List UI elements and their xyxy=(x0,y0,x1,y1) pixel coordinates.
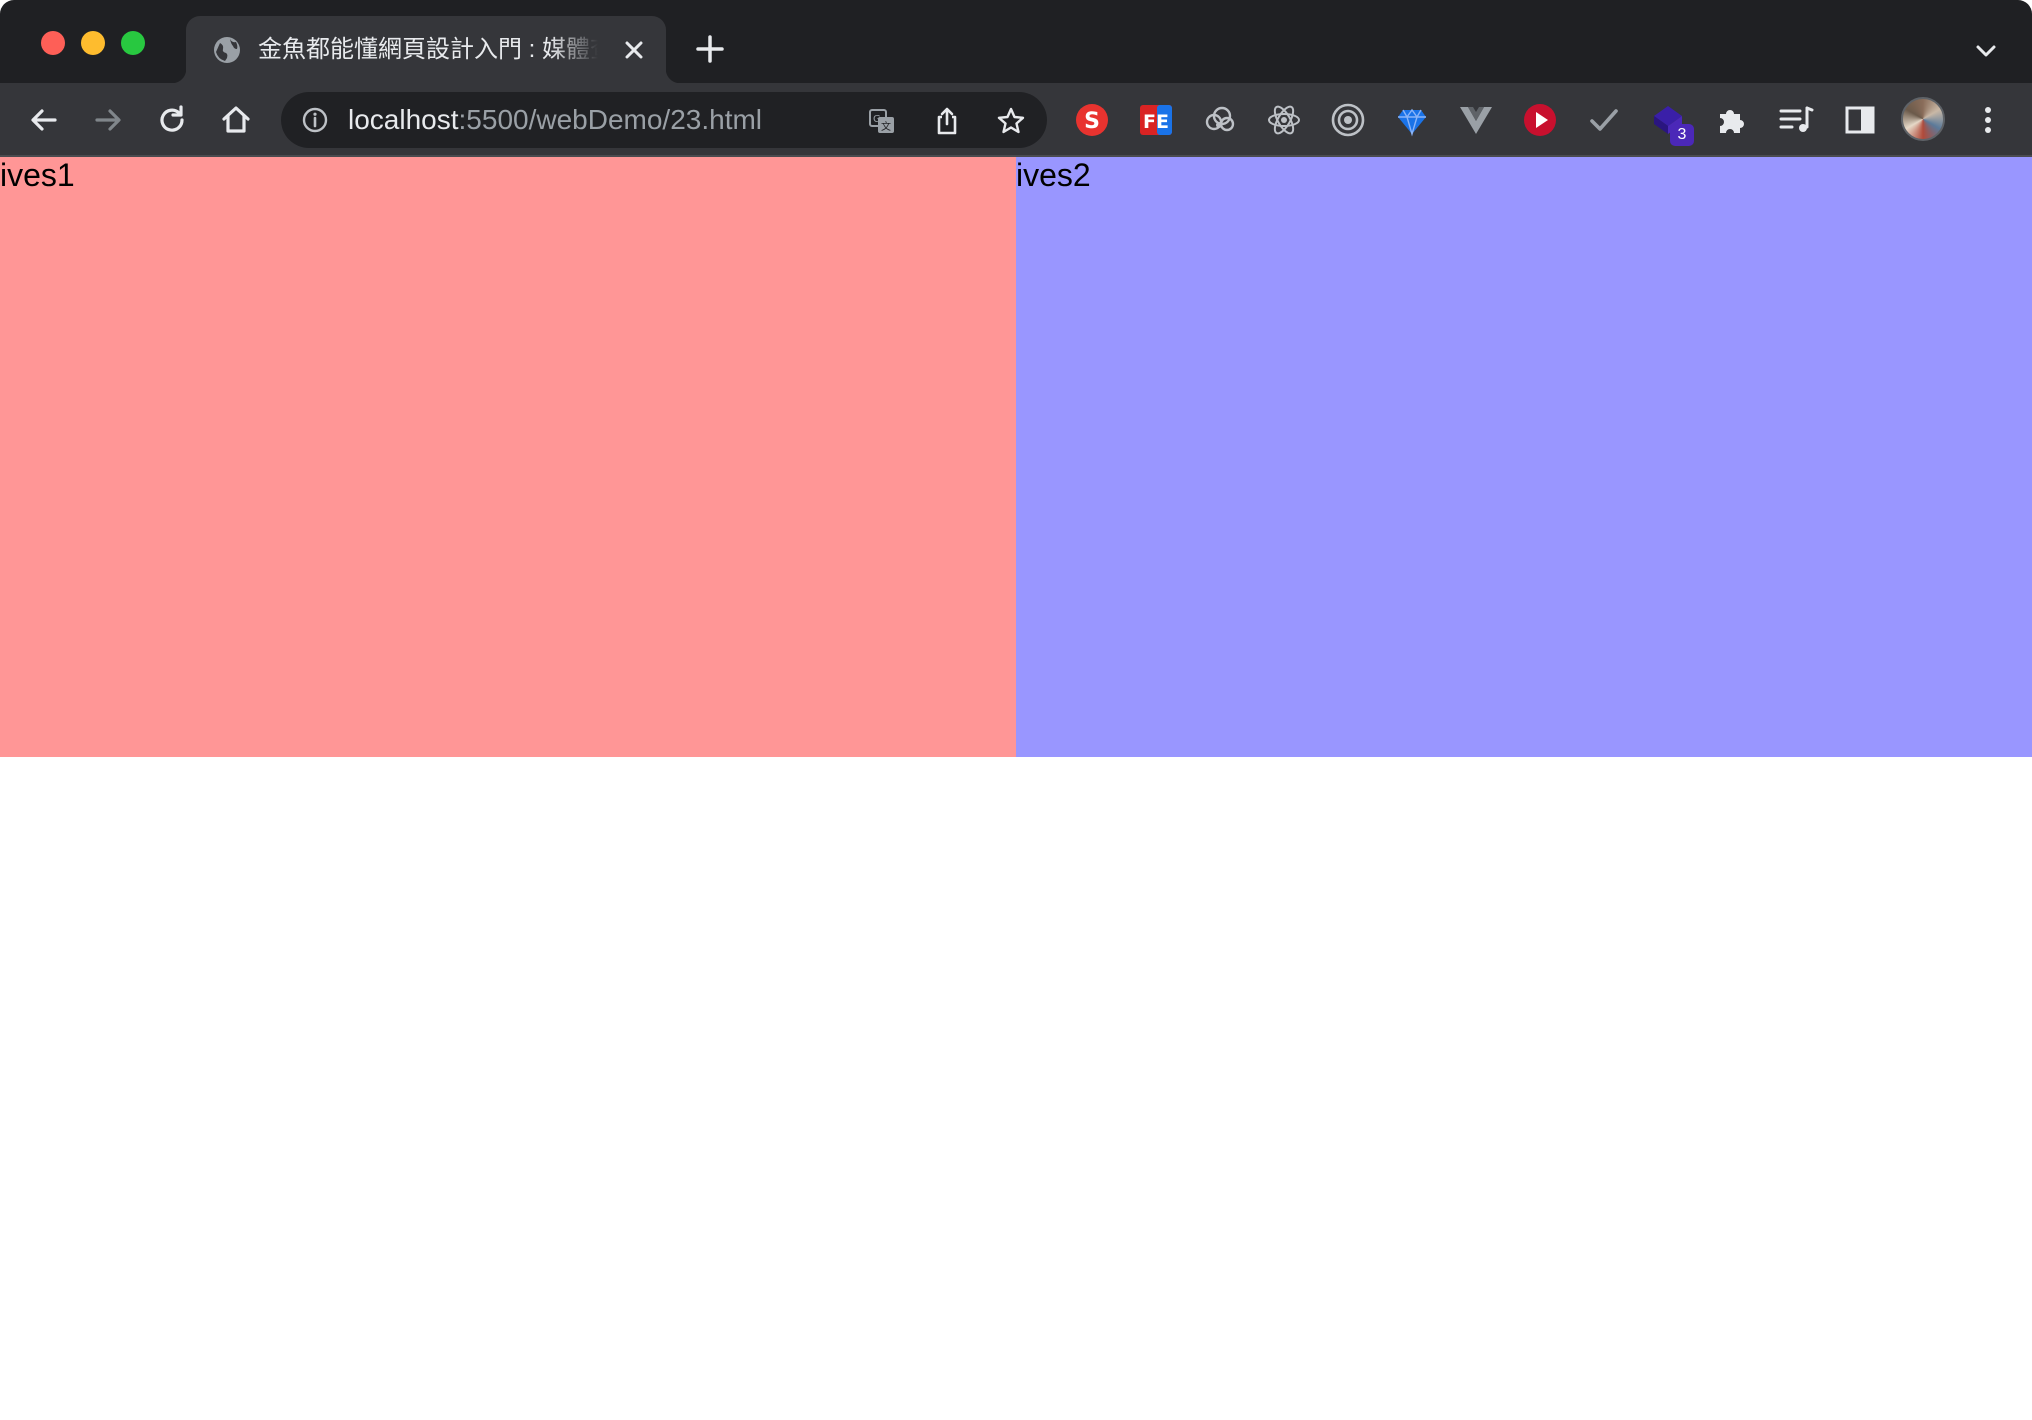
extensions-puzzle-icon[interactable] xyxy=(1714,102,1750,138)
target-extension-icon[interactable] xyxy=(1330,102,1366,138)
ives2-box: ives2 xyxy=(1016,157,2032,757)
ives1-box: ives1 xyxy=(0,157,1016,757)
url-path: :5500/webDemo/23.html xyxy=(458,104,763,135)
address-bar[interactable]: localhost:5500/webDemo/23.html G 文 xyxy=(281,92,1047,148)
url-host: localhost xyxy=(348,104,459,135)
close-tab-icon[interactable] xyxy=(620,36,648,64)
new-tab-icon[interactable] xyxy=(694,33,726,65)
browser-toolbar: localhost:5500/webDemo/23.html G 文 S FE xyxy=(0,83,2032,157)
side-panel-icon[interactable] xyxy=(1842,102,1878,138)
back-arrow-icon[interactable] xyxy=(27,103,61,137)
gem-extension-icon[interactable] xyxy=(1394,102,1430,138)
cloud-extension-icon[interactable] xyxy=(1202,102,1238,138)
translate-icon[interactable]: G 文 xyxy=(867,106,897,136)
check-extension-icon[interactable] xyxy=(1586,102,1622,138)
s-extension-icon[interactable]: S xyxy=(1074,102,1110,138)
bookmark-star-icon[interactable] xyxy=(996,106,1026,136)
home-icon[interactable] xyxy=(219,103,253,137)
url-text[interactable]: localhost:5500/webDemo/23.html xyxy=(348,104,762,136)
svg-text:文: 文 xyxy=(881,120,891,133)
fe-extension-icon[interactable]: FE xyxy=(1138,102,1174,138)
forward-arrow-icon[interactable] xyxy=(91,103,125,137)
browser-tab[interactable]: 金魚都能懂網頁設計入門 : 媒體查詢 xyxy=(172,16,680,83)
extension-badge: 3 xyxy=(1670,124,1694,146)
tab-title: 金魚都能懂網頁設計入門 : 媒體查詢 xyxy=(258,36,598,63)
reading-list-icon[interactable] xyxy=(1778,102,1814,138)
svg-text:FE: FE xyxy=(1143,111,1169,133)
svg-text:G: G xyxy=(873,114,881,125)
page-viewport: ives1 ives2 xyxy=(0,157,2032,1420)
share-icon[interactable] xyxy=(932,106,962,136)
more-menu-icon[interactable] xyxy=(1970,102,2006,138)
window-zoom-button[interactable] xyxy=(121,31,145,55)
svg-text:S: S xyxy=(1084,109,1100,134)
vue-devtools-icon[interactable] xyxy=(1458,102,1494,138)
site-info-icon[interactable] xyxy=(301,106,329,134)
play-extension-icon[interactable] xyxy=(1522,102,1558,138)
window-minimize-button[interactable] xyxy=(81,31,105,55)
window-close-button[interactable] xyxy=(41,31,65,55)
profile-avatar[interactable] xyxy=(1901,97,1945,141)
chevron-down-icon[interactable] xyxy=(1972,37,2000,65)
globe-icon xyxy=(214,37,240,63)
tab-strip: 金魚都能懂網頁設計入門 : 媒體查詢 xyxy=(0,0,2032,83)
reload-icon[interactable] xyxy=(155,103,189,137)
react-devtools-icon[interactable] xyxy=(1266,102,1302,138)
